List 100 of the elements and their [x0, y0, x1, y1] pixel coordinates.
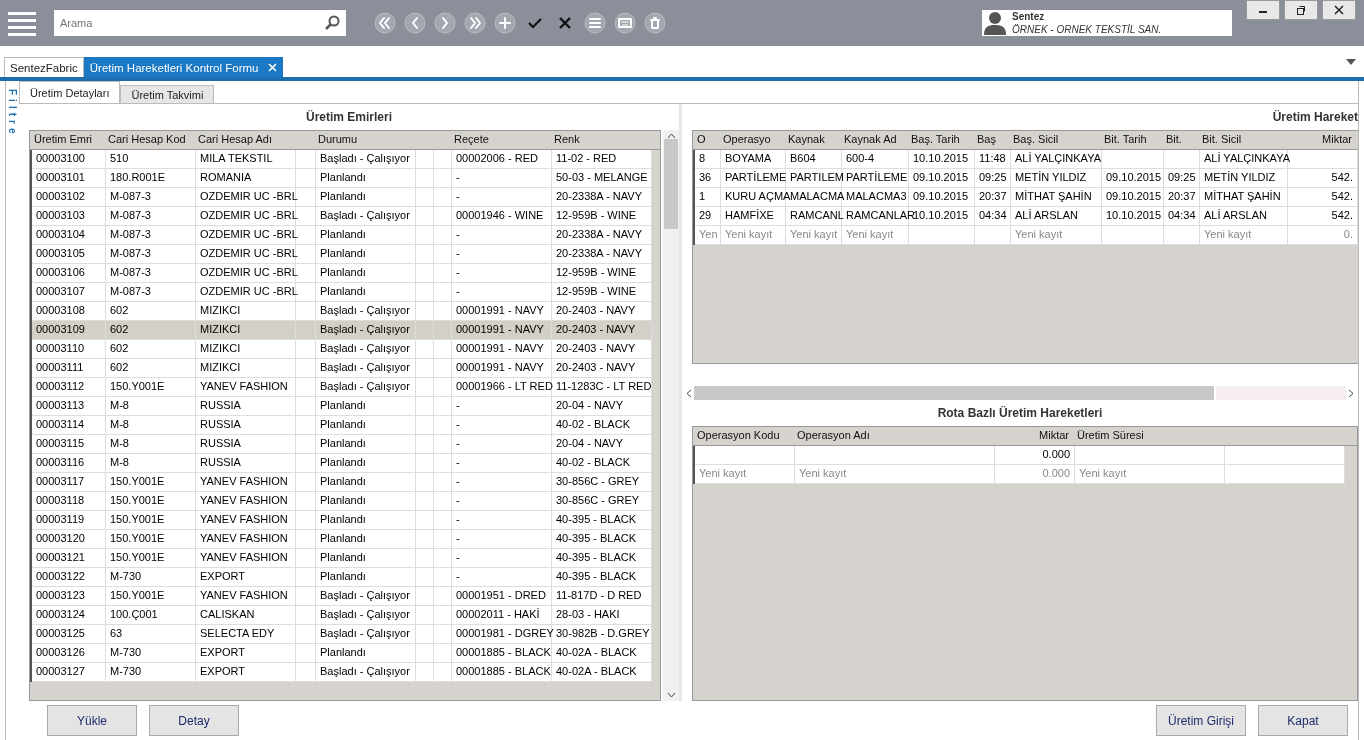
table-row[interactable]: 00003103 M-087-3 OZDEMIR UC -BRL Başladı - Çalışıyor 00001946 - WINE 12-959B - WINE — [30, 207, 652, 226]
dropdown-icon[interactable] — [1346, 59, 1356, 65]
restore-button[interactable] — [1284, 0, 1318, 20]
minimize-button[interactable] — [1246, 0, 1280, 20]
table-row[interactable]: 00003105 M-087-3 OZDEMIR UC -BRL Planlandı - 20-2338A - NAVY — [30, 245, 652, 264]
column-header[interactable]: Reçete — [450, 131, 550, 149]
action-button[interactable]: Yükle — [47, 705, 137, 736]
table-row[interactable]: 8 BOYAMA B604 600-4 10.10.2015 11:48 ALİ YALÇINKAYA ALİ YALÇINKAYA — [693, 150, 1358, 169]
table-row[interactable]: 36 PARTİLEME PARTILEM PARTİLEME 09.10.2015 09:25 METİN YILDIZ 09.10.2015 09:25 METİN YILDIZ 542. — [693, 169, 1358, 188]
table-cell: Planlandı — [320, 456, 366, 468]
menu-icon[interactable] — [8, 10, 36, 36]
table-row[interactable]: 00003127 M-730 EXPORT Başladı - Çalışıyor 00001885 - BLACK 40-02A - BLACK — [30, 663, 652, 682]
table-row[interactable]: 00003112 150.Y001E YANEV FASHION Başladı - Çalışıyor 00001966 - LT RED 11-1283C - LT RED — [30, 378, 652, 397]
column-header[interactable]: O — [693, 131, 719, 149]
column-header[interactable]: Miktar — [993, 427, 1073, 445]
table-cell: 20:37 — [979, 190, 1007, 202]
column-header[interactable]: Bit. Sicil — [1198, 131, 1286, 149]
scrollbar[interactable] — [663, 130, 679, 701]
column-header[interactable]: Cari Hesap Adı — [194, 131, 294, 149]
scrollbar[interactable] — [686, 386, 1354, 400]
table-row[interactable]: 00003100 510 MILA TEKSTIL Başladı - Çalışıyor 00002006 - RED 11-02 - RED — [30, 150, 652, 169]
table-row[interactable]: Yen Yeni kayıt Yeni kayıt Yeni kayıt Yeni kayıt Yeni kayıt 0. — [693, 226, 1358, 245]
table-row[interactable]: 00003120 150.Y001E YANEV FASHION Planlandı - 40-395 - BLACK — [30, 530, 652, 549]
scroll-up-icon[interactable] — [666, 133, 676, 139]
column-header[interactable]: Miktar — [1286, 131, 1356, 149]
search-field[interactable]: Arama — [54, 10, 346, 36]
next-icon[interactable] — [434, 12, 456, 34]
close-button[interactable] — [1322, 0, 1356, 20]
column-header[interactable]: Renk — [550, 131, 650, 149]
action-button[interactable]: Üretim Girişi — [1156, 705, 1246, 736]
table-row[interactable]: 1 KURU AÇMAMALACMA MALACMA3 09.10.2015 20:37 MİTHAT ŞAHİN 09.10.2015 20:37 MİTHAT ŞAHİN 542. — [693, 188, 1358, 207]
table-cell: 150.Y001E — [110, 551, 165, 563]
table-row[interactable]: 00003117 150.Y001E YANEV FASHION Planlandı - 30-856C - GREY — [30, 473, 652, 492]
scrollbar-thumb[interactable] — [664, 139, 678, 229]
table-row[interactable]: 00003104 M-087-3 OZDEMIR UC -BRL Planlandı - 20-2338A - NAVY — [30, 226, 652, 245]
column-header[interactable]: Operasyon Kodu — [693, 427, 793, 445]
column-header[interactable]: Bit. — [1162, 131, 1198, 149]
add-icon[interactable] — [494, 12, 516, 34]
scrollbar-thumb[interactable] — [694, 386, 1214, 400]
table-row[interactable]: 00003123 150.Y001E YANEV FASHION Başladı - Çalışıyor 00001951 - DRED 11-817D - D RED — [30, 587, 652, 606]
table-row[interactable]: 29 HAMFİXE RAMCANL RAMCANLAR10.10.2015 04:34 ALİ ARSLAN 10.10.2015 04:34 ALİ ARSLAN 542. — [693, 207, 1358, 226]
form-tab[interactable]: Üretim Detayları — [19, 81, 121, 103]
column-header[interactable]: Kaynak Ad — [840, 131, 907, 149]
table-row[interactable]: 00003122 M-730 EXPORT Planlandı - 40-395 - BLACK — [30, 568, 652, 587]
scroll-down-icon[interactable] — [666, 692, 676, 698]
table-cell: Planlandı — [320, 475, 366, 487]
action-button[interactable]: Kapat — [1258, 705, 1348, 736]
table-row[interactable]: 00003111 602 MIZIKCI Başladı - Çalışıyor 00001991 - NAVY 20-2403 - NAVY — [30, 359, 652, 378]
scroll-right-icon[interactable] — [1348, 388, 1354, 398]
action-button[interactable]: Detay — [149, 705, 239, 736]
table-row[interactable]: 00003118 150.Y001E YANEV FASHION Planlandı - 30-856C - GREY — [30, 492, 652, 511]
table-row[interactable]: 00003106 M-087-3 OZDEMIR UC -BRL Planlandı - 12-959B - WINE — [30, 264, 652, 283]
previous-icon[interactable] — [404, 12, 426, 34]
table-row[interactable]: 00003125 63 SELECTA EDY Başladı - Çalışıyor 00001981 - DGREY 30-982B - D.GREY — [30, 625, 652, 644]
column-header[interactable]: Kaynak — [784, 131, 840, 149]
table-row[interactable]: 00003126 M-730 EXPORT Planlandı 00001885 - BLACK 40-02A - BLACK — [30, 644, 652, 663]
first-icon[interactable] — [374, 12, 396, 34]
scroll-left-icon[interactable] — [686, 388, 692, 398]
keyboard-icon[interactable] — [614, 12, 636, 34]
table-row[interactable]: Yeni kayıt Yeni kayıt 0.000 Yeni kayıt — [693, 465, 1345, 484]
column-header[interactable]: Cari Hesap Kod — [104, 131, 194, 149]
form-tab[interactable]: Üretim Takvimi — [120, 85, 215, 103]
column-header[interactable]: Operasyon Adı — [793, 427, 993, 445]
table-row[interactable]: 00003121 150.Y001E YANEV FASHION Planlandı - 40-395 - BLACK — [30, 549, 652, 568]
search-icon[interactable] — [324, 15, 340, 31]
column-header[interactable]: Üretim Emri — [30, 131, 104, 149]
table-row[interactable]: 00003124 100.Ç001 CALISKAN Başladı - Çalışıyor 00002011 - HAKİ 28-03 - HAKI — [30, 606, 652, 625]
trash-icon[interactable] — [644, 12, 666, 34]
column-header[interactable]: Baş. Sicil — [1009, 131, 1100, 149]
document-tab[interactable]: Üretim Hareketleri Kontrol Formu — [83, 57, 284, 77]
column-header[interactable]: Baş — [973, 131, 1009, 149]
table-row[interactable]: 00003101 180.R001E ROMANIA Planlandı - 50-03 - MELANGE — [30, 169, 652, 188]
table-cell: Planlandı — [320, 266, 366, 278]
table-cell: 00003105 — [36, 247, 85, 259]
table-row[interactable]: 00003113 M-8 RUSSIA Planlandı - 20-04 - NAVY — [30, 397, 652, 416]
table-cell: SELECTA EDY — [200, 627, 275, 639]
table-row[interactable]: 00003114 M-8 RUSSIA Planlandı - 40-02 - BLACK — [30, 416, 652, 435]
table-cell: MIZIKCI — [200, 342, 241, 354]
table-row[interactable]: 0.000 — [693, 446, 1345, 465]
close-icon[interactable] — [268, 63, 278, 72]
filter-label[interactable]: Filtre — [7, 89, 18, 138]
column-header[interactable]: Operasyo — [719, 131, 784, 149]
column-header[interactable]: Baş. Tarih — [907, 131, 973, 149]
table-cell: 542. — [1331, 171, 1353, 183]
document-tab[interactable]: SentezFabric — [4, 57, 84, 77]
last-icon[interactable] — [464, 12, 486, 34]
table-cell: 10.10.2015 — [913, 152, 969, 164]
table-row[interactable]: 00003116 M-8 RUSSIA Planlandı - 40-02 - BLACK — [30, 454, 652, 473]
table-row[interactable]: 00003119 150.Y001E YANEV FASHION Planlandı - 40-395 - BLACK — [30, 511, 652, 530]
table-row[interactable]: 00003108 602 MIZIKCI Başladı - Çalışıyor 00001991 - NAVY 20-2403 - NAVY — [30, 302, 652, 321]
column-header[interactable]: Durumu — [314, 131, 414, 149]
table-row[interactable]: 00003102 M-087-3 OZDEMIR UC -BRL Planlandı - 20-2338A - NAVY — [30, 188, 652, 207]
table-row[interactable]: 00003109 602 MIZIKCI Başladı - Çalışıyor 00001991 - NAVY 20-2403 - NAVY — [30, 321, 652, 340]
list-icon[interactable] — [584, 12, 606, 34]
column-header[interactable]: Üretim Süresi — [1073, 427, 1223, 445]
column-header[interactable]: Bit. Tarih — [1100, 131, 1162, 149]
table-row[interactable]: 00003115 M-8 RUSSIA Planlandı - 20-04 - NAVY — [30, 435, 652, 454]
table-cell: Planlandı — [320, 646, 366, 658]
table-row[interactable]: 00003107 M-087-3 OZDEMIR UC -BRL Planlandı - 12-959B - WINE — [30, 283, 652, 302]
table-row[interactable]: 00003110 602 MIZIKCI Başladı - Çalışıyor 00001991 - NAVY 20-2403 - NAVY — [30, 340, 652, 359]
